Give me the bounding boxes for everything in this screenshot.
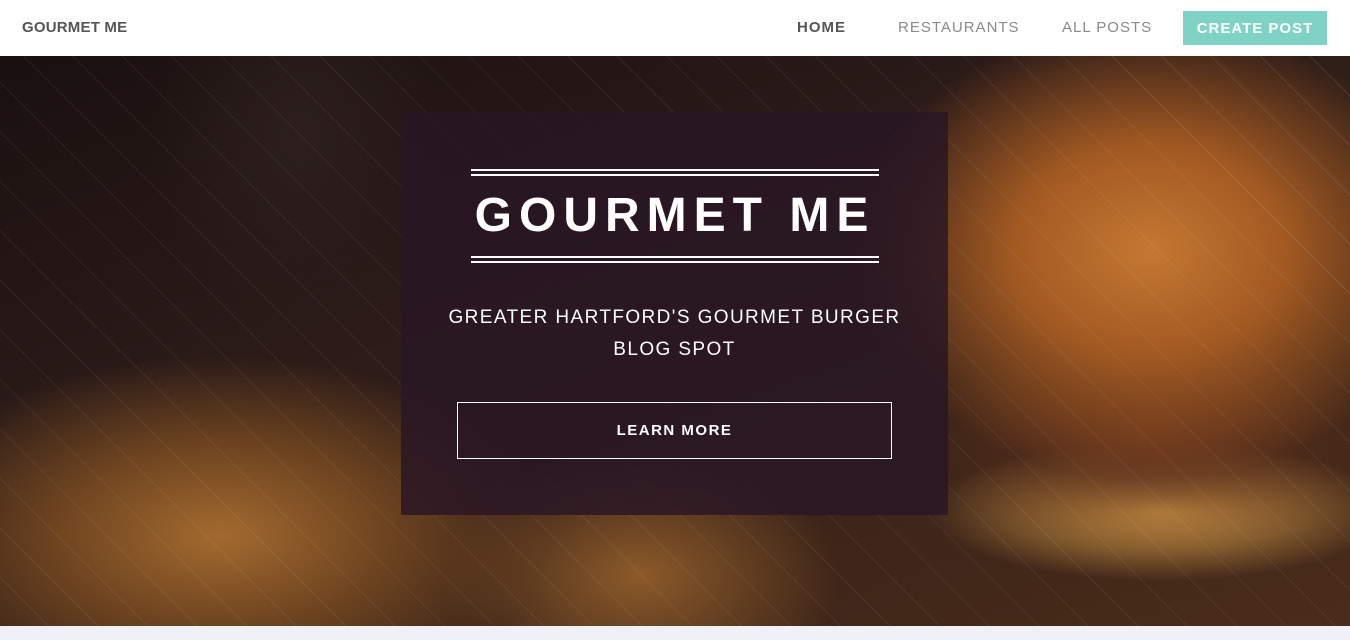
title-top-rule-inner bbox=[471, 174, 879, 176]
title-top-rule bbox=[471, 169, 879, 171]
nav-links: HOME RESTAURANTS ALL POSTS bbox=[0, 0, 1350, 56]
nav-link-restaurants[interactable]: RESTAURANTS bbox=[898, 19, 1020, 36]
learn-more-button[interactable]: LEARN MORE bbox=[457, 402, 892, 459]
hero-subtitle-line-1: GREATER HARTFORD'S GOURMET BURGER bbox=[448, 307, 901, 328]
create-post-button[interactable]: CREATE POST bbox=[1183, 11, 1327, 45]
nav-link-all-posts[interactable]: ALL POSTS bbox=[1062, 19, 1152, 36]
hero-title: GOURMET ME bbox=[474, 189, 876, 242]
hero-subtitle: GREATER HARTFORD'S GOURMET BURGER BLOG S… bbox=[441, 302, 908, 366]
hero-title-block: GOURMET ME bbox=[471, 169, 879, 263]
title-bottom-rule-inner bbox=[471, 256, 879, 258]
hero-overlay-box: GOURMET ME GREATER HARTFORD'S GOURMET BU… bbox=[401, 112, 948, 515]
title-bottom-rule bbox=[471, 261, 879, 263]
hero-subtitle-line-2: BLOG SPOT bbox=[613, 339, 736, 360]
nav-link-home[interactable]: HOME bbox=[797, 19, 846, 36]
hero-section: GOURMET ME GREATER HARTFORD'S GOURMET BU… bbox=[0, 56, 1350, 626]
page-bottom-strip bbox=[0, 626, 1350, 640]
top-navbar: GOURMET ME HOME RESTAURANTS ALL POSTS CR… bbox=[0, 0, 1350, 56]
